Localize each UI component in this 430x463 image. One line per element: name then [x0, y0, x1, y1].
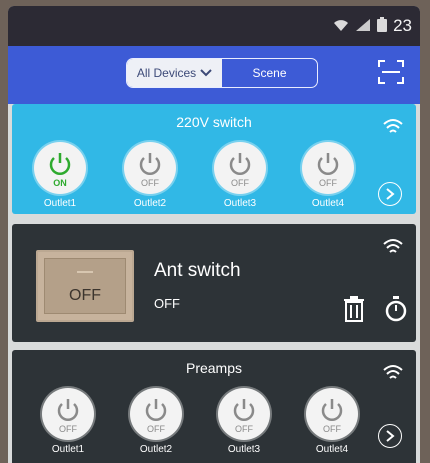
outlet-label: Outlet1	[51, 444, 85, 455]
power-icon	[317, 153, 339, 175]
all-devices-label: All Devices	[136, 66, 197, 80]
outlet-label: Outlet3	[223, 198, 257, 209]
status-time: 23	[393, 16, 412, 35]
trash-icon[interactable]	[342, 296, 366, 322]
power-icon	[233, 399, 255, 421]
battery-icon	[377, 17, 388, 35]
outlet-state: OFF	[147, 424, 165, 434]
outlet-4: OFF Outlet4	[300, 388, 364, 455]
outlet-label: Outlet3	[227, 444, 261, 455]
chevron-down-icon	[200, 69, 212, 77]
outlet-power-button[interactable]: OFF	[130, 388, 182, 440]
outlet-label: Outlet1	[43, 198, 77, 209]
outlet-state: OFF	[319, 178, 337, 188]
rocker-face: OFF	[44, 258, 126, 314]
outlet-3: OFF Outlet3	[212, 388, 276, 455]
scan-icon[interactable]	[378, 60, 404, 84]
outlet-1: OFF Outlet1	[36, 388, 100, 455]
outlet-state: ON	[53, 178, 67, 188]
outlet-state: OFF	[141, 178, 159, 188]
power-icon	[229, 153, 251, 175]
power-icon	[139, 153, 161, 175]
scene-tab[interactable]: Scene	[222, 59, 317, 87]
wifi-icon	[333, 18, 349, 35]
outlet-power-button[interactable]: OFF	[302, 142, 354, 194]
power-icon	[57, 399, 79, 421]
power-icon	[49, 153, 71, 175]
outlet-state: OFF	[59, 424, 77, 434]
rocker-label: OFF	[69, 287, 101, 304]
wifi-icon	[383, 119, 403, 133]
wifi-icon	[383, 365, 403, 379]
app-bar: All Devices Scene	[8, 46, 420, 104]
chevron-right-icon[interactable]	[378, 424, 402, 448]
chevron-right-icon[interactable]	[378, 182, 402, 206]
power-icon	[321, 399, 343, 421]
outlet-power-button[interactable]: OFF	[306, 388, 358, 440]
outlet-label: Outlet4	[315, 444, 349, 455]
device-card-220v-switch: 220V switch ON Outlet1 OFF Outlet2 OFF O…	[12, 104, 416, 214]
outlet-2: OFF Outlet2	[124, 388, 188, 455]
outlet-4: OFF Outlet4	[296, 142, 360, 209]
status-bar: 23	[8, 6, 420, 46]
all-devices-tab[interactable]: All Devices	[127, 59, 222, 87]
outlet-2: OFF Outlet2	[118, 142, 182, 209]
power-icon	[145, 399, 167, 421]
outlet-label: Outlet2	[133, 198, 167, 209]
outlet-power-button[interactable]: OFF	[218, 388, 270, 440]
outlet-power-button[interactable]: OFF	[124, 142, 176, 194]
outlet-label: Outlet4	[311, 198, 345, 209]
outlet-power-button[interactable]: OFF	[214, 142, 266, 194]
device-state: OFF	[154, 296, 180, 311]
outlet-1: ON Outlet1	[28, 142, 92, 209]
outlet-power-button[interactable]: OFF	[42, 388, 94, 440]
rocker-switch[interactable]: OFF	[36, 250, 134, 322]
device-card-ant-switch: OFF Ant switch OFF	[12, 224, 416, 342]
outlet-state: OFF	[323, 424, 341, 434]
phone-screen: 23 All Devices Scene 220V switch ON Outl…	[8, 6, 420, 463]
rocker-divider	[77, 271, 93, 273]
outlet-3: OFF Outlet3	[208, 142, 272, 209]
outlet-power-button[interactable]: ON	[34, 142, 86, 194]
signal-icon	[355, 18, 371, 35]
device-scene-toggle: All Devices Scene	[126, 58, 318, 88]
outlet-label: Outlet2	[139, 444, 173, 455]
outlet-state: OFF	[235, 424, 253, 434]
timer-icon[interactable]	[384, 296, 408, 322]
wifi-icon	[383, 239, 403, 253]
device-name: Preamps	[185, 360, 243, 376]
device-name: 220V switch	[176, 114, 252, 130]
device-card-preamps: Preamps OFF Outlet1 OFF Outlet2 OFF Outl…	[12, 350, 416, 463]
device-name: Ant switch	[154, 260, 241, 281]
outlet-state: OFF	[231, 178, 249, 188]
scene-label: Scene	[252, 66, 287, 80]
